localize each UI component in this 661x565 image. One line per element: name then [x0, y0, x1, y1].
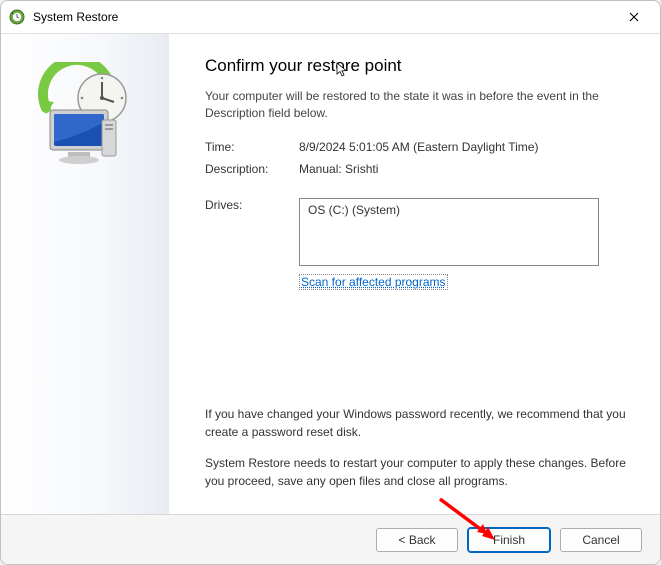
- cancel-button[interactable]: Cancel: [560, 528, 642, 552]
- restore-graphic-icon: [30, 62, 140, 172]
- password-note: If you have changed your Windows passwor…: [205, 406, 632, 441]
- cursor-icon: [335, 62, 351, 78]
- drives-row: Drives: OS (C:) (System): [205, 198, 632, 266]
- description-label: Description:: [205, 162, 299, 176]
- page-heading: Confirm your restore point: [205, 56, 632, 76]
- drive-item: OS (C:) (System): [308, 203, 590, 217]
- drives-listbox[interactable]: OS (C:) (System): [299, 198, 599, 266]
- restore-info: Time: 8/9/2024 5:01:05 AM (Eastern Dayli…: [205, 140, 632, 176]
- scan-link-row: Scan for affected programs: [205, 274, 632, 290]
- system-restore-window: System Restore: [0, 0, 661, 565]
- footer: < Back Finish Cancel: [1, 514, 660, 564]
- finish-button[interactable]: Finish: [468, 528, 550, 552]
- content-area: Confirm your restore point Your computer…: [1, 33, 660, 514]
- sidebar: [1, 34, 169, 514]
- bottom-notes: If you have changed your Windows passwor…: [205, 406, 632, 504]
- time-label: Time:: [205, 140, 299, 154]
- drives-label: Drives:: [205, 198, 299, 266]
- close-button[interactable]: [612, 2, 656, 32]
- description-value: Manual: Srishti: [299, 162, 632, 176]
- back-button[interactable]: < Back: [376, 528, 458, 552]
- scan-affected-programs-link[interactable]: Scan for affected programs: [299, 274, 448, 290]
- intro-text: Your computer will be restored to the st…: [205, 88, 632, 122]
- main-content: Confirm your restore point Your computer…: [169, 34, 660, 514]
- system-restore-icon: [9, 9, 25, 25]
- restart-note: System Restore needs to restart your com…: [205, 455, 632, 490]
- titlebar: System Restore: [1, 1, 660, 33]
- heading-text: Confirm your restore point: [205, 56, 402, 75]
- time-value: 8/9/2024 5:01:05 AM (Eastern Daylight Ti…: [299, 140, 632, 154]
- window-title: System Restore: [33, 10, 612, 24]
